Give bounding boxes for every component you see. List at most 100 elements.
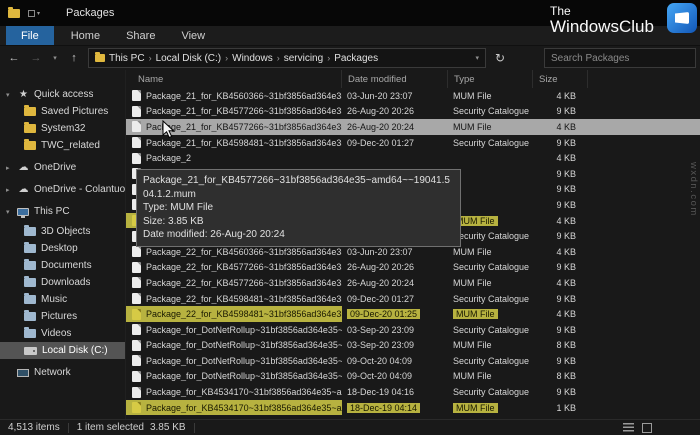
chevron-right-icon[interactable]: ▸ bbox=[6, 164, 17, 172]
chevron-right-icon[interactable]: ▸ bbox=[6, 186, 17, 194]
file-row[interactable]: Package_21_for_KB4577266~31bf3856ad364e3… bbox=[126, 104, 700, 120]
sidebar-item-label: TWC_related bbox=[41, 140, 100, 151]
search-box[interactable] bbox=[544, 48, 696, 68]
file-type: MUM File bbox=[453, 278, 492, 288]
file-row[interactable]: Package_22_for_KB4598481~31bf3856ad364e3… bbox=[126, 291, 700, 307]
tab-file[interactable]: File bbox=[6, 26, 54, 45]
folder-icon bbox=[24, 261, 36, 270]
file-list: Package_21_for_KB4560366~31bf3856ad364e3… bbox=[126, 88, 700, 415]
file-icon bbox=[132, 121, 141, 132]
file-row[interactable]: Package_for_DotNetRollup~31bf3856ad364e3… bbox=[126, 322, 700, 338]
chevron-down-icon[interactable]: ▾ bbox=[6, 208, 17, 216]
navigation-pane: ▾★Quick access Saved Pictures System32 T… bbox=[0, 70, 126, 419]
sidebar-item-saved-pictures[interactable]: Saved Pictures bbox=[0, 103, 125, 120]
file-size: 4 KB bbox=[533, 91, 588, 101]
sidebar-item-onedrive-account[interactable]: ▸☁OneDrive - Colantuoni bbox=[0, 181, 125, 198]
column-header-type[interactable]: Type bbox=[448, 70, 533, 88]
sidebar-item-this-pc[interactable]: ▾This PC bbox=[0, 203, 125, 220]
sidebar-item-videos[interactable]: Videos bbox=[0, 325, 125, 342]
sidebar-item-desktop[interactable]: Desktop bbox=[0, 240, 125, 257]
file-row-highlighted[interactable]: Package_22_for_KB4598481~31bf3856ad364e3… bbox=[126, 306, 700, 322]
file-row[interactable]: Package_for_KB4534170~31bf3856ad364e35~a… bbox=[126, 384, 700, 400]
sidebar-item-network[interactable]: Network bbox=[0, 364, 125, 381]
file-name: Package_21_for_KB4598481~31bf3856ad364e3… bbox=[146, 138, 342, 148]
forward-icon[interactable]: → bbox=[28, 52, 44, 64]
file-row[interactable]: Package_21_for_KB4598481~31bf3856ad364e3… bbox=[126, 135, 700, 151]
folder-icon bbox=[24, 295, 36, 304]
refresh-icon[interactable]: ↻ bbox=[492, 51, 508, 65]
file-row[interactable]: Package_2 4 KB bbox=[126, 150, 700, 166]
back-icon[interactable]: ← bbox=[6, 52, 22, 64]
file-date: 26-Aug-20 20:26 bbox=[347, 262, 414, 272]
file-name: Package_22_for_KB4598481~31bf3856ad364e3… bbox=[146, 309, 342, 319]
file-row[interactable]: Package_for_DotNetRollup~31bf3856ad364e3… bbox=[126, 369, 700, 385]
sidebar-item-documents[interactable]: Documents bbox=[0, 257, 125, 274]
details-view-icon[interactable] bbox=[623, 423, 634, 433]
address-dropdown-icon[interactable]: ▾ bbox=[475, 54, 479, 62]
file-row[interactable]: Package_22_for_KB4577266~31bf3856ad364e3… bbox=[126, 275, 700, 291]
file-row[interactable]: Package_for_DotNetRollup~31bf3856ad364e3… bbox=[126, 353, 700, 369]
sidebar-item-downloads[interactable]: Downloads bbox=[0, 274, 125, 291]
file-icon bbox=[132, 90, 141, 101]
folder-icon bbox=[24, 244, 36, 253]
sidebar-item-twc-related[interactable]: TWC_related bbox=[0, 137, 125, 154]
breadcrumb-local-disk-c[interactable]: Local Disk (C:) bbox=[156, 53, 222, 64]
thumbnails-view-icon[interactable] bbox=[642, 423, 652, 433]
selection-size: 3.85 KB bbox=[150, 422, 186, 433]
tooltip-type: Type: MUM File bbox=[143, 201, 454, 215]
file-type: Security Catalogue bbox=[453, 231, 529, 241]
tab-view[interactable]: View bbox=[168, 26, 218, 45]
file-row[interactable]: Package_for_DotNetRollup~31bf3856ad364e3… bbox=[126, 338, 700, 354]
file-icon bbox=[132, 309, 141, 320]
file-size: 4 KB bbox=[533, 153, 588, 163]
sidebar-item-label: OneDrive bbox=[34, 162, 76, 173]
file-date: 09-Dec-20 01:27 bbox=[347, 138, 414, 148]
sidebar-item-label: Documents bbox=[41, 260, 92, 271]
quick-access-icon: ★ bbox=[17, 90, 30, 100]
file-icon bbox=[132, 355, 141, 366]
sidebar-item-label: Videos bbox=[41, 328, 71, 339]
file-name: Package_for_KB4534170~31bf3856ad364e35~a… bbox=[146, 387, 342, 397]
column-header-size[interactable]: Size bbox=[533, 70, 588, 88]
file-name: Package_2 bbox=[146, 153, 191, 163]
breadcrumb-windows[interactable]: Windows bbox=[232, 53, 273, 64]
column-header-name[interactable]: Name bbox=[126, 70, 342, 88]
tab-home[interactable]: Home bbox=[58, 26, 113, 45]
file-size: 9 KB bbox=[533, 184, 588, 194]
chevron-down-icon[interactable]: ▾ bbox=[6, 91, 17, 99]
sidebar-item-onedrive[interactable]: ▸☁OneDrive bbox=[0, 159, 125, 176]
file-row-highlighted[interactable]: Package_for_KB4534170~31bf3856ad364e35~a… bbox=[126, 400, 700, 416]
file-type: Security Catalogue bbox=[453, 262, 529, 272]
file-row[interactable]: Package_22_for_KB4577266~31bf3856ad364e3… bbox=[126, 260, 700, 276]
up-icon[interactable]: ↑ bbox=[66, 52, 82, 64]
tab-share[interactable]: Share bbox=[113, 26, 168, 45]
sidebar-item-system32[interactable]: System32 bbox=[0, 120, 125, 137]
chevron-right-icon: › bbox=[277, 53, 280, 63]
file-date: 03-Jun-20 23:07 bbox=[347, 91, 413, 101]
search-input[interactable] bbox=[551, 53, 689, 64]
sidebar-item-label: Desktop bbox=[41, 243, 78, 254]
file-row[interactable]: Package_21_for_KB4560366~31bf3856ad364e3… bbox=[126, 88, 700, 104]
file-size: 9 KB bbox=[533, 262, 588, 272]
file-icon bbox=[132, 153, 141, 164]
sidebar-item-music[interactable]: Music bbox=[0, 291, 125, 308]
recent-locations-icon[interactable]: ▾ bbox=[50, 54, 60, 62]
file-type: MUM File bbox=[453, 371, 492, 381]
folder-icon bbox=[24, 278, 36, 287]
breadcrumb-this-pc[interactable]: This PC bbox=[109, 53, 145, 64]
sidebar-item-quick-access[interactable]: ▾★Quick access bbox=[0, 86, 125, 103]
file-row-selected[interactable]: Package_21_for_KB4577266~31bf3856ad364e3… bbox=[126, 119, 700, 135]
sidebar-item-local-disk-c[interactable]: Local Disk (C:) bbox=[0, 342, 125, 359]
network-icon bbox=[17, 369, 29, 377]
column-header-date-modified[interactable]: Date modified bbox=[342, 70, 448, 88]
sidebar-item-pictures[interactable]: Pictures bbox=[0, 308, 125, 325]
file-tooltip: Package_21_for_KB4577266~31bf3856ad364e3… bbox=[136, 169, 461, 247]
breadcrumb-servicing[interactable]: servicing bbox=[284, 53, 323, 64]
file-date: 26-Aug-20 20:24 bbox=[347, 278, 414, 288]
sidebar-item-3d-objects[interactable]: 3D Objects bbox=[0, 223, 125, 240]
tooltip-date-modified: Date modified: 26-Aug-20 20:24 bbox=[143, 228, 454, 242]
breadcrumb-packages[interactable]: Packages bbox=[334, 53, 378, 64]
quick-access-toolbar-button[interactable]: ▾ bbox=[28, 10, 40, 17]
file-icon bbox=[132, 324, 141, 335]
address-bar[interactable]: This PC › Local Disk (C:) › Windows › se… bbox=[88, 48, 486, 68]
